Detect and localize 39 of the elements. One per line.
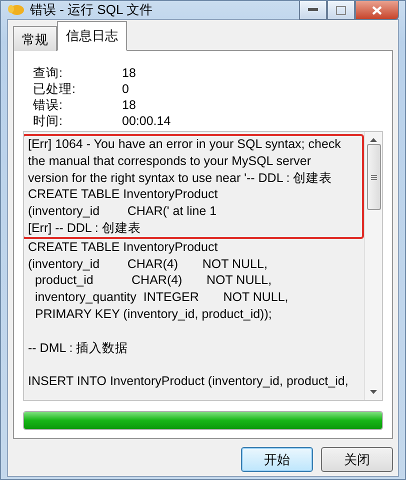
stat-value: 18 [122, 65, 137, 81]
window-title: 错误 - 运行 SQL 文件 [30, 1, 152, 19]
log-line: (inventory_id CHAR(' at line 1 [28, 203, 218, 220]
log-line: PRIMARY KEY (inventory_id, product_id)); [34, 306, 273, 323]
log-line: INSERT INTO InventoryProduct (inventory_id, product_id, [28, 373, 350, 390]
log-line: (inventory_id CHAR(4) NOT NULL, [28, 256, 268, 272]
log-line: [Err] 1064 - You have an error in your SQL syntax; check [28, 136, 342, 153]
minimize-icon [308, 8, 318, 12]
tab[interactable]: 信息日志 [57, 21, 127, 51]
stat-label: 错误: [33, 97, 64, 113]
close-button[interactable] [355, 1, 399, 20]
maximize-icon [336, 6, 346, 14]
stat-label: 已处理: [33, 81, 76, 97]
dialog-button[interactable]: 关闭 [321, 447, 393, 472]
log-line: product_id CHAR(4) NOT NULL, [34, 272, 273, 290]
log-line: -- DML : 插入数据 [28, 340, 130, 356]
log-area[interactable] [23, 131, 383, 401]
scrollbar[interactable] [364, 132, 382, 400]
tab[interactable]: 常规 [13, 26, 57, 51]
stat-value: 18 [122, 97, 137, 113]
scroll-thumb[interactable] [366, 144, 380, 210]
stat-value: 00:00.14 [122, 113, 172, 129]
close-icon [372, 6, 382, 14]
grip-icon [370, 174, 376, 180]
log-line: [Err] -- DDL : 创建表 [28, 220, 142, 237]
log-line: version for the right syntax to use near '-- DDL : 创建表 [28, 170, 334, 186]
maximize-button[interactable] [327, 1, 355, 20]
minimize-button[interactable] [299, 1, 327, 20]
stat-label: 时间: [33, 113, 64, 129]
scroll-down-icon [370, 390, 377, 394]
stat-label: 查询: [33, 65, 64, 81]
log-line: the manual that corresponds to your MySQL server [28, 152, 312, 170]
stat-value: 0 [122, 81, 130, 97]
log-line: inventory_quantity INTEGER NOT NULL, [34, 289, 290, 306]
dialog-button[interactable]: 开始 [241, 447, 313, 472]
log-line: CREATE TABLE InventoryProduct [28, 186, 219, 204]
scroll-up-icon [370, 138, 377, 142]
app-icon [7, 3, 25, 17]
log-line: CREATE TABLE InventoryProduct [28, 238, 219, 256]
